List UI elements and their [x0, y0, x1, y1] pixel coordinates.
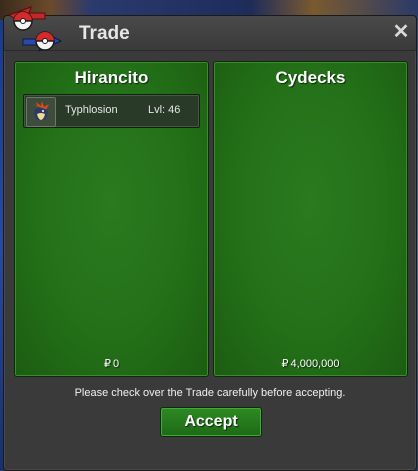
trade-notice: Please check over the Trade carefully be… [74, 387, 346, 399]
pokedollar-icon: ₽ [103, 358, 111, 370]
typhlosion-icon [26, 97, 56, 127]
trade-panel-left: Hirancito Typhlosion Lvl: 46 ₽0 [14, 61, 209, 377]
trainer-name-left: Hirancito [74, 68, 149, 87]
money-offer-left: ₽0 [15, 357, 208, 370]
window-title: Trade [79, 23, 130, 44]
close-button[interactable]: ✕ [392, 22, 410, 42]
money-amount-right: 4,000,000 [290, 358, 340, 370]
pokemon-name: Typhlosion [65, 104, 118, 116]
trade-logo-icon [7, 6, 63, 52]
trainer-name-right: Cydecks [275, 68, 346, 87]
accept-button[interactable]: Accept [160, 407, 262, 437]
pokedollar-icon: ₽ [281, 358, 289, 370]
pokemon-level: Lvl: 46 [148, 104, 181, 116]
trade-window: Trade ✕ Hirancito Typhlosion Lvl: 46 ₽ 0… [3, 6, 417, 471]
pokemon-slot[interactable]: Typhlosion Lvl: 46 [23, 94, 200, 128]
money-amount-left: 0 [112, 358, 120, 370]
money-offer-right: ₽4,000,000 [214, 357, 407, 370]
trade-panel-right: Cydecks ₽4,000,000 [213, 61, 408, 377]
